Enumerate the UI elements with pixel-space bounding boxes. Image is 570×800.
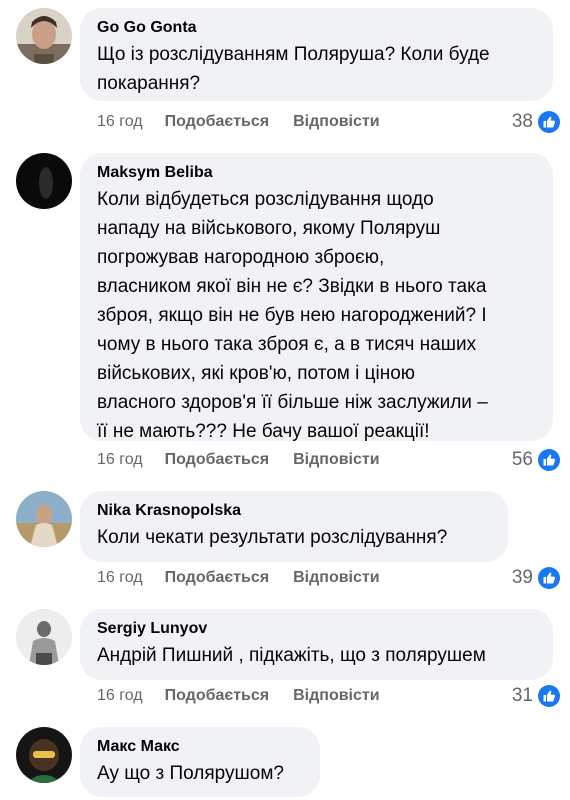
- like-button[interactable]: Подобається: [165, 113, 270, 131]
- comment-actions: 16 год Подобається Відповісти 39: [97, 567, 560, 589]
- comment-author[interactable]: Макс Макс: [97, 737, 302, 757]
- reply-button[interactable]: Відповісти: [293, 113, 379, 131]
- comment-bubble: Go Go Gonta Що із розслідуванням Поляруш…: [80, 8, 553, 101]
- avatar[interactable]: [16, 609, 72, 665]
- comment-bubble: Sergiy Lunyov Андрій Пишний , підкажіть,…: [80, 609, 553, 680]
- comment-actions: 16 год Подобається Відповісти 56: [97, 449, 560, 471]
- comment-author[interactable]: Go Go Gonta: [97, 18, 535, 38]
- reaction-count[interactable]: 38: [512, 111, 533, 133]
- avatar[interactable]: [16, 153, 72, 209]
- comment-time[interactable]: 16 год: [97, 569, 143, 587]
- comment-actions: 16 год Подобається Відповісти 31: [97, 685, 560, 707]
- reaction-count[interactable]: 56: [512, 449, 533, 471]
- thumbs-up-icon[interactable]: [538, 111, 560, 133]
- comment-author[interactable]: Nika Krasnopolska: [97, 501, 490, 521]
- comment-bubble: Макс Макс Ау що з Полярушом?: [80, 727, 320, 797]
- reaction-count[interactable]: 39: [512, 567, 533, 589]
- thumbs-up-icon[interactable]: [538, 567, 560, 589]
- like-button[interactable]: Подобається: [165, 569, 270, 587]
- comment-bubble: Maksym Beliba Коли відбудеться розслідув…: [80, 153, 553, 442]
- like-button[interactable]: Подобається: [165, 687, 270, 705]
- avatar[interactable]: [16, 727, 72, 783]
- comment-text: Андрій Пишний , підкажіть, що з поляруше…: [97, 645, 486, 666]
- comment-bubble: Nika Krasnopolska Коли чекати результати…: [80, 491, 508, 562]
- comment-time[interactable]: 16 год: [97, 687, 143, 705]
- reply-button[interactable]: Відповісти: [293, 687, 379, 705]
- thumbs-up-icon[interactable]: [538, 449, 560, 471]
- like-button[interactable]: Подобається: [165, 451, 270, 469]
- thumbs-up-icon[interactable]: [538, 685, 560, 707]
- comment-actions: 16 год Подобається Відповісти 38: [97, 111, 560, 133]
- comment-time[interactable]: 16 год: [97, 451, 143, 469]
- comment-author[interactable]: Maksym Beliba: [97, 163, 535, 183]
- reply-button[interactable]: Відповісти: [293, 451, 379, 469]
- reply-button[interactable]: Відповісти: [293, 569, 379, 587]
- comment-text: Ау що з Полярушом?: [97, 763, 284, 784]
- reaction-count[interactable]: 31: [512, 685, 533, 707]
- comment-text: Що із розслідуванням Поляруша? Коли буде…: [97, 44, 490, 94]
- comment-text: Коли відбудеться розслідування щодо напа…: [97, 189, 488, 442]
- comment-time[interactable]: 16 год: [97, 113, 143, 131]
- avatar[interactable]: [16, 8, 72, 64]
- comment-author[interactable]: Sergiy Lunyov: [97, 619, 535, 639]
- comment-text: Коли чекати результати розслідування?: [97, 527, 448, 548]
- avatar[interactable]: [16, 491, 72, 547]
